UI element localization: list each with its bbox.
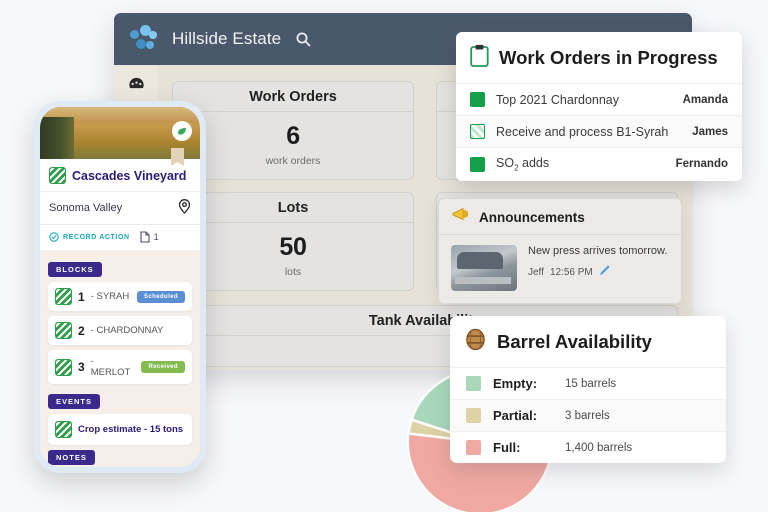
- block-list-item[interactable]: 1 - SYRAH Scheduled: [48, 282, 192, 311]
- barrel-availability-title: Barrel Availability: [497, 331, 652, 352]
- announcement-thumbnail: [451, 245, 517, 291]
- record-action-label: RECORD ACTION: [63, 233, 130, 241]
- dashboard-gauge-icon[interactable]: [127, 75, 146, 99]
- work-order-name: SO2 adds: [496, 156, 550, 173]
- announcement-text: New press arrives tomorrow.: [528, 245, 668, 257]
- record-action-button[interactable]: RECORD ACTION: [49, 232, 130, 242]
- block-list-item[interactable]: 3 - MERLOT Received: [48, 350, 192, 384]
- vineyard-title-bar: Cascades Vineyard: [40, 159, 200, 191]
- block-number: 2: [78, 323, 85, 338]
- legend-row-full[interactable]: Full: 1,400 barrels: [450, 432, 726, 463]
- barrel-availability-header: Barrel Availability: [450, 316, 726, 368]
- work-order-assignee: Amanda: [682, 93, 728, 106]
- phone-screen: Cascades Vineyard Sonoma Valley RECORD A…: [40, 107, 200, 467]
- vine-rows-icon: [49, 167, 66, 184]
- vine-rows-icon: [55, 421, 72, 438]
- event-list-item[interactable]: Crop estimate - 15 tons: [48, 414, 192, 445]
- stat-card-work-orders[interactable]: Work Orders 6 work orders: [172, 81, 414, 180]
- stat-card-title: Lots: [173, 193, 413, 223]
- legend-row-empty[interactable]: Empty: 15 barrels: [450, 368, 726, 400]
- announcement-content: New press arrives tomorrow. Jeff 12:56 P…: [528, 245, 667, 291]
- work-order-row[interactable]: SO2 adds Fernando: [456, 148, 742, 181]
- legend-value: 3 barrels: [565, 409, 610, 422]
- block-status-badge: Received: [141, 361, 185, 373]
- mobile-phone-mockup: Cascades Vineyard Sonoma Valley RECORD A…: [34, 101, 206, 473]
- app-title: Hillside Estate: [172, 29, 282, 48]
- stat-card-body: 6 work orders: [173, 112, 413, 179]
- stat-card-body: 50 lots: [173, 223, 413, 290]
- phone-content-scroll[interactable]: BLOCKS 1 - SYRAH Scheduled 2 - CHARDONNA…: [40, 250, 200, 467]
- work-order-name: Top 2021 Chardonnay: [496, 92, 620, 107]
- status-square-hatched-icon: [470, 124, 485, 139]
- section-tag-blocks: BLOCKS: [48, 262, 102, 277]
- clipboard-icon: [470, 44, 489, 72]
- legend-value: 1,400 barrels: [565, 441, 633, 454]
- legend-label: Full:: [493, 440, 521, 455]
- search-icon[interactable]: [295, 31, 311, 47]
- vineyard-actions-row: RECORD ACTION 1: [40, 224, 200, 250]
- event-text: Crop estimate - 15 tons: [78, 424, 184, 435]
- megaphone-icon: [451, 207, 470, 227]
- announcements-title: Announcements: [479, 209, 585, 225]
- legend-label: Empty:: [493, 376, 538, 391]
- section-tag-notes: NOTES: [48, 450, 95, 465]
- stat-card-lots[interactable]: Lots 50 lots: [172, 192, 414, 291]
- announcements-panel: Announcements New press arrives tomorrow…: [438, 198, 682, 304]
- check-circle-icon: [49, 232, 59, 242]
- stat-card-value: 50: [279, 233, 307, 261]
- documents-button[interactable]: 1: [140, 231, 159, 243]
- vineyard-location-row: Sonoma Valley: [40, 191, 200, 224]
- work-order-assignee: James: [692, 125, 728, 138]
- leaf-badge-icon[interactable]: [172, 121, 192, 141]
- stat-card-sub: lots: [284, 266, 302, 278]
- work-order-assignee: Fernando: [675, 158, 728, 171]
- work-order-name: Receive and process B1-Syrah: [496, 124, 669, 139]
- block-name: - CHARDONNAY: [90, 325, 164, 336]
- block-number: 1: [78, 289, 85, 304]
- pencil-icon[interactable]: [599, 265, 610, 279]
- legend-swatch-empty: [466, 376, 481, 391]
- section-tag-events: EVENTS: [48, 394, 101, 409]
- vine-rows-icon: [55, 358, 72, 376]
- status-square-icon: [470, 156, 485, 172]
- work-order-row[interactable]: Top 2021 Chardonnay Amanda: [456, 84, 742, 116]
- legend-row-partial[interactable]: Partial: 3 barrels: [450, 400, 726, 432]
- vineyard-hero-image: [40, 107, 200, 166]
- vine-rows-icon: [55, 288, 72, 305]
- announcement-item[interactable]: New press arrives tomorrow. Jeff 12:56 P…: [439, 235, 681, 303]
- app-logo-dots-icon: [130, 25, 160, 53]
- barrel-availability-panel: Barrel Availability Empty: 15 barrels Pa…: [450, 316, 726, 463]
- announcement-time: 12:56 PM: [549, 266, 593, 278]
- document-icon: [140, 231, 150, 243]
- vine-rows-icon: [55, 322, 72, 339]
- announcement-meta: Jeff 12:56 PM: [528, 265, 667, 279]
- barrel-icon: [464, 328, 487, 356]
- screenshot-root: Hillside Estate Work Orders 6 work order…: [0, 0, 768, 512]
- status-square-icon: [470, 92, 485, 107]
- map-pin-icon[interactable]: [178, 199, 191, 217]
- announcements-header: Announcements: [439, 199, 681, 235]
- legend-label: Partial:: [493, 408, 538, 423]
- block-status-badge: Scheduled: [137, 290, 185, 303]
- announcement-author: Jeff: [528, 266, 544, 278]
- work-order-row[interactable]: Receive and process B1-Syrah James: [456, 116, 742, 148]
- documents-count: 1: [153, 232, 159, 242]
- stat-card-sub: work orders: [265, 155, 321, 167]
- block-number: 3: [78, 360, 85, 374]
- legend-swatch-partial: [466, 408, 481, 423]
- stat-card-value: 6: [286, 122, 300, 150]
- block-list-item[interactable]: 2 - CHARDONNAY: [48, 316, 192, 345]
- work-orders-panel: Work Orders in Progress Top 2021 Chardon…: [456, 32, 742, 181]
- stat-card-title: Work Orders: [173, 82, 413, 112]
- block-name: - SYRAH: [90, 291, 130, 302]
- vineyard-region: Sonoma Valley: [49, 202, 123, 214]
- legend-swatch-full: [466, 440, 481, 455]
- legend-value: 15 barrels: [565, 377, 617, 390]
- vineyard-name: Cascades Vineyard: [72, 168, 187, 183]
- work-orders-header: Work Orders in Progress: [456, 32, 742, 84]
- work-orders-title: Work Orders in Progress: [499, 47, 718, 68]
- block-name: - MERLOT: [90, 356, 131, 378]
